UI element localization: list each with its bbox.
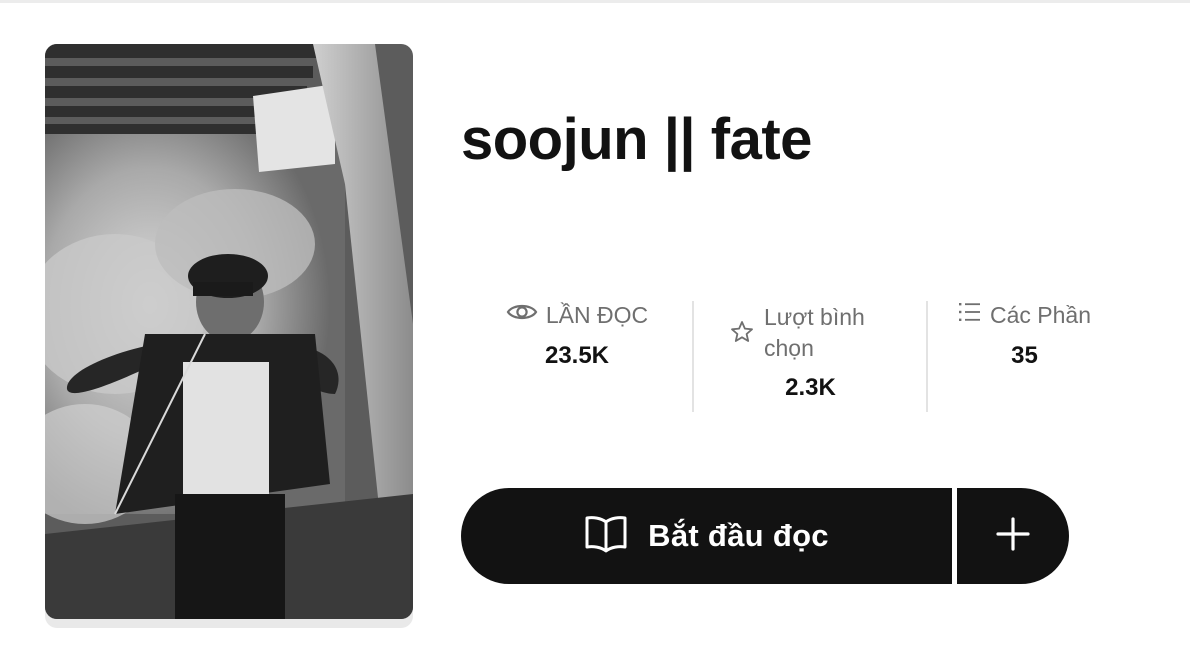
start-reading-button[interactable]: Bắt đầu đọc [461,488,952,584]
stat-parts-value: 35 [1011,342,1038,369]
story-title: soojun || fate [461,107,812,172]
add-to-library-button[interactable] [957,488,1069,584]
star-icon [730,320,754,349]
stat-reads: LẦN ĐỌC 23.5K [461,300,693,412]
story-stats: LẦN ĐỌC 23.5K Lượt bình chọn 2.3K Các Ph… [461,300,1121,412]
stat-votes: Lượt bình chọn 2.3K [694,300,927,412]
stat-reads-label: LẦN ĐỌC [545,302,649,328]
stat-parts: Các Phần 35 [928,300,1121,412]
stat-reads-value: 23.5K [544,342,610,369]
stat-parts-header: Các Phần [928,300,1121,331]
stat-votes-value: 2.3K [785,374,836,401]
stat-reads-header: LẦN ĐỌC [461,300,693,331]
eye-icon [506,300,538,331]
plus-icon [996,516,1030,556]
story-cover[interactable] [45,44,413,628]
cover-image [45,44,413,619]
list-icon [958,300,982,331]
stat-votes-label: Lượt bình chọn [764,304,865,361]
stat-parts-label: Các Phần [989,302,1091,328]
start-reading-label: Bắt đầu đọc [648,518,829,553]
stat-votes-header: Lượt bình chọn [730,302,874,364]
open-book-icon [584,514,628,559]
top-divider [0,0,1190,3]
